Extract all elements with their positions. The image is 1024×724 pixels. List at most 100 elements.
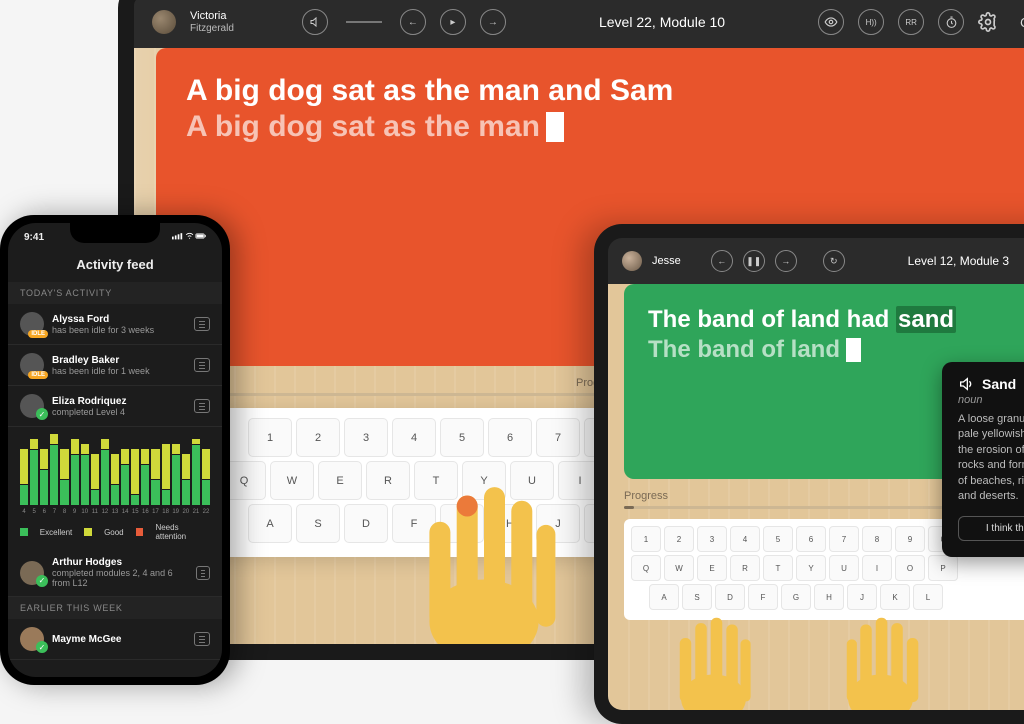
lesson-title: Level 12, Module 3: [908, 254, 1009, 268]
prompt-text: A big dog sat as the man and Sam: [186, 74, 1010, 108]
key-r[interactable]: R: [730, 555, 760, 581]
key-y[interactable]: Y: [462, 461, 506, 500]
phone-screen: 9:41 Activity feed TODAY'S ACTIVITY IDLE…: [8, 223, 222, 677]
key-g[interactable]: G: [781, 584, 811, 610]
avatar: ✓: [20, 627, 44, 651]
key-f[interactable]: F: [392, 504, 436, 543]
phone-notch: [70, 223, 160, 243]
quit-button[interactable]: Quit: [1020, 15, 1024, 30]
key-o[interactable]: O: [895, 555, 925, 581]
key-4[interactable]: 4: [392, 418, 436, 457]
speaker-icon[interactable]: [958, 376, 974, 392]
avatar[interactable]: [152, 10, 176, 34]
key-i[interactable]: I: [862, 555, 892, 581]
dictionary-word: Sand: [958, 376, 1024, 392]
key-q[interactable]: Q: [631, 555, 661, 581]
hint-button[interactable]: H)): [858, 9, 884, 35]
key-3[interactable]: 3: [697, 526, 727, 552]
key-1[interactable]: 1: [248, 418, 292, 457]
key-p[interactable]: P: [928, 555, 958, 581]
refresh-button[interactable]: ↻: [823, 250, 845, 272]
reread-button[interactable]: RR: [898, 9, 924, 35]
key-7[interactable]: 7: [829, 526, 859, 552]
key-j[interactable]: J: [847, 584, 877, 610]
prompt-text: The band of land had sand: [648, 306, 1024, 334]
key-2[interactable]: 2: [664, 526, 694, 552]
key-4[interactable]: 4: [730, 526, 760, 552]
key-7[interactable]: 7: [536, 418, 580, 457]
key-g[interactable]: G: [440, 504, 484, 543]
dictionary-pos: noun: [958, 394, 1024, 406]
volume-slider[interactable]: [346, 21, 382, 23]
forward-button[interactable]: →: [775, 250, 797, 272]
status-icons: [172, 231, 206, 244]
typed-text: The band of land: [648, 336, 1024, 364]
list-item[interactable]: ✓ Arthur Hodgescompleted modules 2, 4 an…: [8, 549, 222, 597]
list-item[interactable]: IDLEBradley Bakerhas been idle for 1 wee…: [8, 345, 222, 386]
dictionary-popover: Sand noun A loose granular substance, ty…: [942, 362, 1024, 557]
key-d[interactable]: D: [715, 584, 745, 610]
tablet-screen: Jesse ← ❚❚ → ↻ Level 12, Module 3 H)) Th…: [608, 238, 1024, 710]
key-6[interactable]: 6: [488, 418, 532, 457]
key-1[interactable]: 1: [631, 526, 661, 552]
back-button[interactable]: ←: [711, 250, 733, 272]
key-s[interactable]: S: [682, 584, 712, 610]
pause-button[interactable]: ❚❚: [743, 250, 765, 272]
avatar: IDLE: [20, 353, 44, 377]
key-s[interactable]: S: [296, 504, 340, 543]
back-button[interactable]: ←: [400, 9, 426, 35]
tablet-device: Jesse ← ❚❚ → ↻ Level 12, Module 3 H)) Th…: [594, 224, 1024, 724]
key-6[interactable]: 6: [796, 526, 826, 552]
avatar: ✓: [20, 561, 44, 585]
play-button[interactable]: ▸: [440, 9, 466, 35]
forward-button[interactable]: →: [480, 9, 506, 35]
lesson-title: Level 22, Module 10: [599, 14, 725, 30]
key-5[interactable]: 5: [440, 418, 484, 457]
key-j[interactable]: J: [536, 504, 580, 543]
key-t[interactable]: T: [414, 461, 458, 500]
key-l[interactable]: L: [913, 584, 943, 610]
message-icon[interactable]: [194, 399, 210, 413]
key-e[interactable]: E: [318, 461, 362, 500]
dictionary-definition: A loose granular substance, typically pa…: [958, 412, 1024, 504]
key-5[interactable]: 5: [763, 526, 793, 552]
sounds-like-button[interactable]: I think this word sounds like…: [958, 516, 1024, 541]
key-u[interactable]: U: [510, 461, 554, 500]
message-icon[interactable]: [194, 632, 210, 646]
key-2[interactable]: 2: [296, 418, 340, 457]
key-t[interactable]: T: [763, 555, 793, 581]
list-item[interactable]: ✓Eliza Rodriquezcompleted Level 4: [8, 386, 222, 427]
timer-icon[interactable]: [938, 9, 964, 35]
gear-icon[interactable]: [978, 12, 998, 32]
section-header: TODAY'S ACTIVITY: [8, 282, 222, 304]
key-3[interactable]: 3: [344, 418, 388, 457]
list-item[interactable]: IDLEAlyssa Fordhas been idle for 3 weeks: [8, 304, 222, 345]
key-d[interactable]: D: [344, 504, 388, 543]
key-9[interactable]: 9: [895, 526, 925, 552]
highlighted-word[interactable]: sand: [896, 306, 956, 333]
page-title: Activity feed: [8, 251, 222, 282]
key-w[interactable]: W: [270, 461, 314, 500]
key-y[interactable]: Y: [796, 555, 826, 581]
key-8[interactable]: 8: [862, 526, 892, 552]
list-item[interactable]: ✓ Mayme McGee: [8, 619, 222, 660]
tablet-work-area: The band of land had sand The band of la…: [608, 284, 1024, 710]
key-f[interactable]: F: [748, 584, 778, 610]
key-a[interactable]: A: [649, 584, 679, 610]
key-h[interactable]: H: [488, 504, 532, 543]
volume-icon[interactable]: [302, 9, 328, 35]
avatar[interactable]: [622, 251, 642, 271]
activity-feed: IDLEAlyssa Fordhas been idle for 3 weeks…: [8, 304, 222, 427]
message-icon[interactable]: [196, 566, 210, 580]
key-a[interactable]: A: [248, 504, 292, 543]
key-e[interactable]: E: [697, 555, 727, 581]
key-k[interactable]: K: [880, 584, 910, 610]
message-icon[interactable]: [194, 317, 210, 331]
key-u[interactable]: U: [829, 555, 859, 581]
key-w[interactable]: W: [664, 555, 694, 581]
key-r[interactable]: R: [366, 461, 410, 500]
eye-icon[interactable]: [818, 9, 844, 35]
message-icon[interactable]: [194, 358, 210, 372]
key-h[interactable]: H: [814, 584, 844, 610]
text-cursor: [546, 112, 564, 142]
